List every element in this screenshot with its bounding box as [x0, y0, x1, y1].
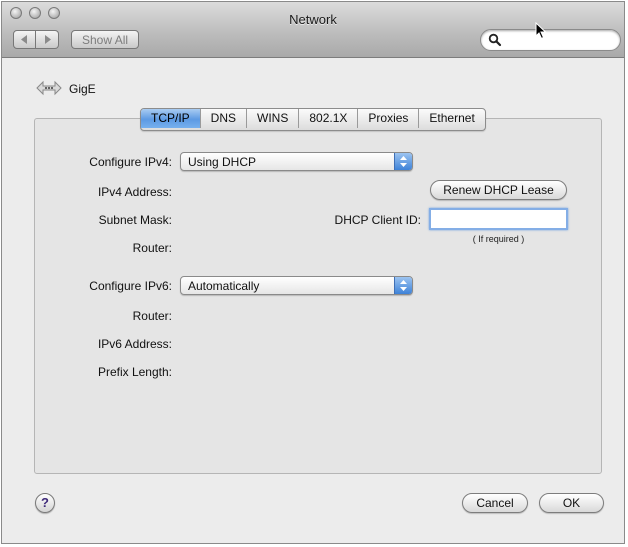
tab-wins[interactable]: WINS	[246, 109, 298, 128]
tab-bar: TCP/IP DNS WINS 802.1X Proxies Ethernet	[140, 108, 486, 131]
nav-buttons	[13, 30, 59, 49]
settings-panel	[34, 118, 602, 474]
configure-ipv4-select[interactable]: Using DHCP	[180, 152, 413, 171]
mouse-pointer-icon	[535, 22, 547, 40]
router-label: Router:	[132, 241, 172, 255]
ethernet-arrows-icon	[36, 80, 62, 96]
tab-tcpip[interactable]: TCP/IP	[141, 109, 200, 128]
subnet-mask-label: Subnet Mask:	[98, 213, 172, 227]
ipv6-address-label: IPv6 Address:	[97, 337, 172, 351]
device-name: GigE	[69, 82, 96, 96]
configure-ipv4-label: Configure IPv4:	[89, 155, 172, 169]
show-all-button[interactable]: Show All	[71, 30, 140, 49]
toolbar: Network Show All	[2, 2, 624, 58]
configure-ipv6-label: Configure IPv6:	[89, 279, 172, 293]
tab-proxies[interactable]: Proxies	[357, 109, 418, 128]
dhcp-client-id-field[interactable]	[429, 208, 568, 230]
dhcp-client-id-label: DHCP Client ID:	[334, 213, 421, 227]
search-field[interactable]	[480, 29, 621, 51]
help-button[interactable]: ?	[35, 493, 55, 513]
tab-dns[interactable]: DNS	[199, 109, 246, 128]
configure-ipv4-value: Using DHCP	[188, 155, 257, 169]
window-title: Network	[289, 12, 337, 27]
configure-ipv6-value: Automatically	[188, 279, 260, 293]
tab-ethernet[interactable]: Ethernet	[418, 109, 484, 128]
network-window: Network Show All GigE TCP/IP DNS WINS 80…	[1, 1, 625, 544]
back-arrow-icon	[20, 35, 27, 44]
back-button[interactable]	[13, 30, 36, 49]
configure-ipv6-select[interactable]: Automatically	[180, 276, 413, 295]
search-input[interactable]	[505, 32, 613, 48]
ipv4-address-label: IPv4 Address:	[97, 185, 172, 199]
updown-arrows-icon	[394, 153, 412, 170]
dhcp-client-id-hint: ( If required )	[472, 234, 525, 244]
ok-button[interactable]: OK	[539, 493, 604, 513]
prefix-length-label: Prefix Length:	[97, 365, 172, 379]
tab-8021x[interactable]: 802.1X	[298, 109, 357, 128]
cancel-button[interactable]: Cancel	[462, 493, 528, 513]
updown-arrows-icon	[394, 277, 412, 294]
renew-dhcp-lease-button[interactable]: Renew DHCP Lease	[430, 180, 567, 200]
forward-arrow-icon	[45, 35, 51, 44]
ipv6-router-label: Router:	[132, 309, 172, 323]
forward-button[interactable]	[36, 30, 59, 49]
magnifier-icon	[488, 33, 502, 47]
